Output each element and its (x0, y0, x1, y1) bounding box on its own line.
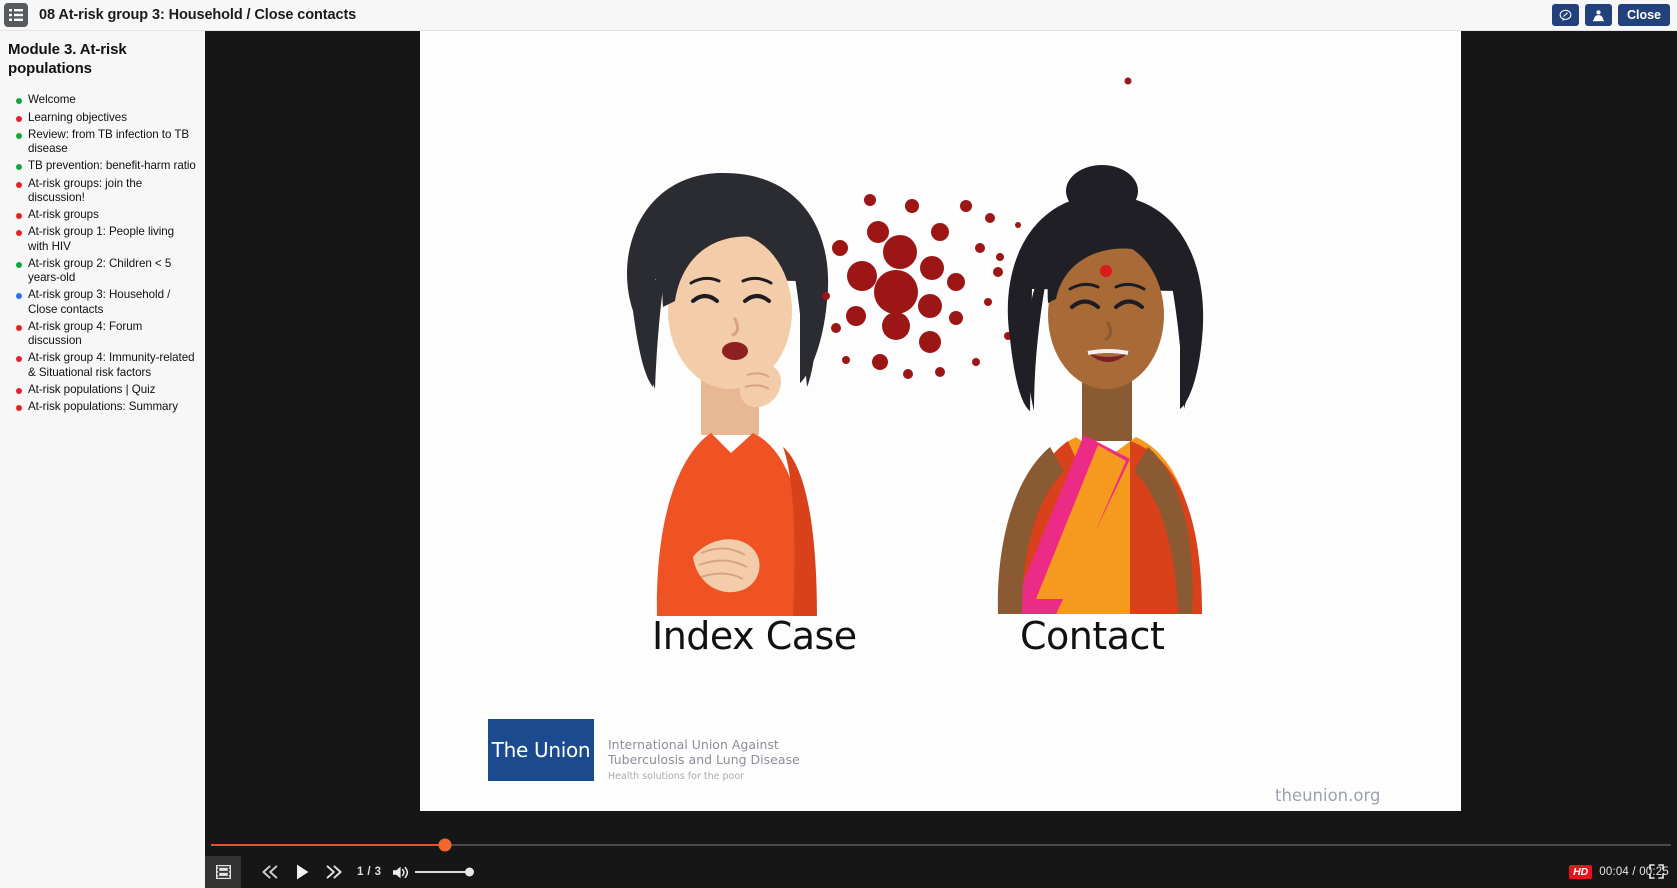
seek-bar[interactable] (211, 838, 1671, 852)
speech-bubble-icon (1559, 9, 1572, 21)
sidebar-item-label: At-risk groups: join the discussion! (28, 176, 143, 204)
index-case-label: Index Case (652, 614, 857, 658)
sidebar-item[interactable]: Welcome (8, 92, 197, 108)
status-dot-todo (16, 356, 22, 363)
site-url: theunion.org (1275, 786, 1381, 805)
status-dot-current (16, 293, 22, 300)
rewind-icon (262, 865, 278, 879)
fullscreen-icon (1648, 863, 1664, 879)
status-dot-done (16, 261, 22, 268)
filmstrip-icon-glyph (215, 865, 231, 879)
sidebar-item[interactable]: At-risk groups: join the discussion! (8, 176, 197, 207)
slide-canvas: Index Case Contact The Union Internation… (420, 31, 1461, 811)
list-menu-icon-glyph (9, 9, 23, 21)
sidebar-item-label: Welcome (28, 93, 76, 107)
sidebar-item-label: At-risk populations | Quiz (28, 382, 156, 396)
seek-progress-fill (211, 844, 445, 846)
previous-slide-button[interactable] (253, 856, 287, 888)
sidebar-item[interactable]: At-risk groups (8, 207, 197, 223)
sidebar-item-label: At-risk group 4: Forum discussion (28, 319, 143, 348)
fullscreen-button[interactable] (1643, 858, 1669, 884)
status-dot-todo (16, 230, 22, 237)
sidebar-item-label: At-risk populations: Summary (28, 400, 179, 414)
seek-thumb[interactable] (438, 838, 452, 852)
control-row: 1 / 3 HD 00:04 / 00:25 (205, 856, 1677, 888)
sidebar-item-label: TB prevention: benefit-harm ratio (28, 159, 196, 173)
video-player: Index Case Contact The Union Internation… (205, 31, 1677, 888)
module-title: Module 3. At-risk populations (8, 41, 127, 78)
close-button[interactable]: Close (1617, 4, 1670, 26)
sidebar-item[interactable]: At-risk populations: Summary (8, 399, 197, 415)
fast-forward-icon (326, 865, 342, 879)
play-icon (296, 864, 308, 880)
volume-thumb[interactable] (465, 867, 475, 877)
sidebar-item-label: At-risk group 4: Immunity-related & Situ… (28, 351, 195, 379)
logo-tagline: Health solutions for the poor (608, 770, 745, 782)
sidebar-item[interactable]: Learning objectives (8, 110, 197, 126)
filmstrip-icon[interactable] (205, 856, 241, 888)
slide-counter: 1 / 3 (357, 866, 382, 878)
status-dot-done (16, 164, 22, 171)
volume-icon (392, 866, 408, 878)
sidebar-item-label: At-risk group 2: Children < 5 years-old (28, 256, 172, 285)
sidebar-item-label: At-risk group 3: Household / Close conta… (28, 288, 171, 316)
logo-text-block: International Union Against Tuberculosis… (608, 719, 800, 782)
hd-badge[interactable]: HD (1569, 865, 1593, 879)
table-of-contents: Welcome Learning objectives Review: from T… (8, 92, 197, 415)
volume-track (415, 867, 475, 877)
sidebar-item[interactable]: At-risk group 2: Children < 5 years-old (8, 256, 197, 287)
contact-illustration (997, 165, 1204, 614)
sidebar: Module 3. At-risk populations Welcome Lea… (0, 31, 205, 888)
status-dot-todo (16, 324, 22, 331)
top-bar: 08 At-risk group 3: Household / Close co… (0, 0, 1677, 31)
status-dot-todo (16, 115, 22, 122)
sidebar-item-label: Learning objectives (28, 110, 127, 124)
union-logo: The Union International Union Against Tu… (488, 719, 800, 782)
sidebar-item-label: At-risk group 1: People living with HIV (28, 225, 175, 253)
presenter-icon (1592, 9, 1604, 21)
status-dot-todo (16, 181, 22, 188)
page-title: 08 At-risk group 3: Household / Close co… (39, 7, 357, 23)
play-button[interactable] (287, 856, 317, 888)
logo-line-1: International Union Against (608, 737, 779, 752)
sidebar-item[interactable]: At-risk populations | Quiz (8, 382, 197, 398)
status-dot-done (16, 132, 22, 139)
sidebar-item[interactable]: At-risk group 4: Forum discussion (8, 319, 197, 350)
sidebar-item[interactable]: At-risk group 4: Immunity-related & Situ… (8, 350, 197, 381)
sidebar-item[interactable]: At-risk group 3: Household / Close conta… (8, 287, 197, 318)
sidebar-item[interactable]: At-risk group 1: People living with HIV (8, 224, 197, 255)
status-dot-todo (16, 213, 22, 220)
contact-label: Contact (1020, 614, 1165, 658)
video-stage[interactable]: Index Case Contact The Union Internation… (205, 31, 1677, 834)
sidebar-item-label: Review: from TB infection to TB disease (28, 127, 190, 156)
top-bar-actions: Close (1551, 4, 1677, 26)
sidebar-item[interactable]: Review: from TB infection to TB disease (8, 127, 197, 158)
logo-mark-text: The Union (491, 738, 591, 762)
logo-line-2: Tuberculosis and Lung Disease (608, 752, 800, 768)
logo-mark: The Union (488, 719, 594, 781)
notes-button[interactable] (1551, 4, 1579, 26)
status-dot-done (16, 98, 22, 105)
droplet-far (1124, 77, 1132, 85)
seek-track (211, 838, 1671, 852)
status-dot-todo (16, 405, 22, 412)
list-menu-icon[interactable] (4, 3, 28, 27)
status-dot-todo (16, 387, 22, 394)
volume-slider[interactable] (415, 856, 475, 888)
sidebar-item[interactable]: TB prevention: benefit-harm ratio (8, 158, 197, 174)
presenter-button[interactable] (1584, 4, 1612, 26)
player-controls: 1 / 3 HD 00:04 / 00:25 (205, 834, 1677, 888)
sidebar-item-label: At-risk groups (28, 208, 99, 222)
volume-button[interactable] (387, 856, 413, 888)
next-slide-button[interactable] (317, 856, 351, 888)
